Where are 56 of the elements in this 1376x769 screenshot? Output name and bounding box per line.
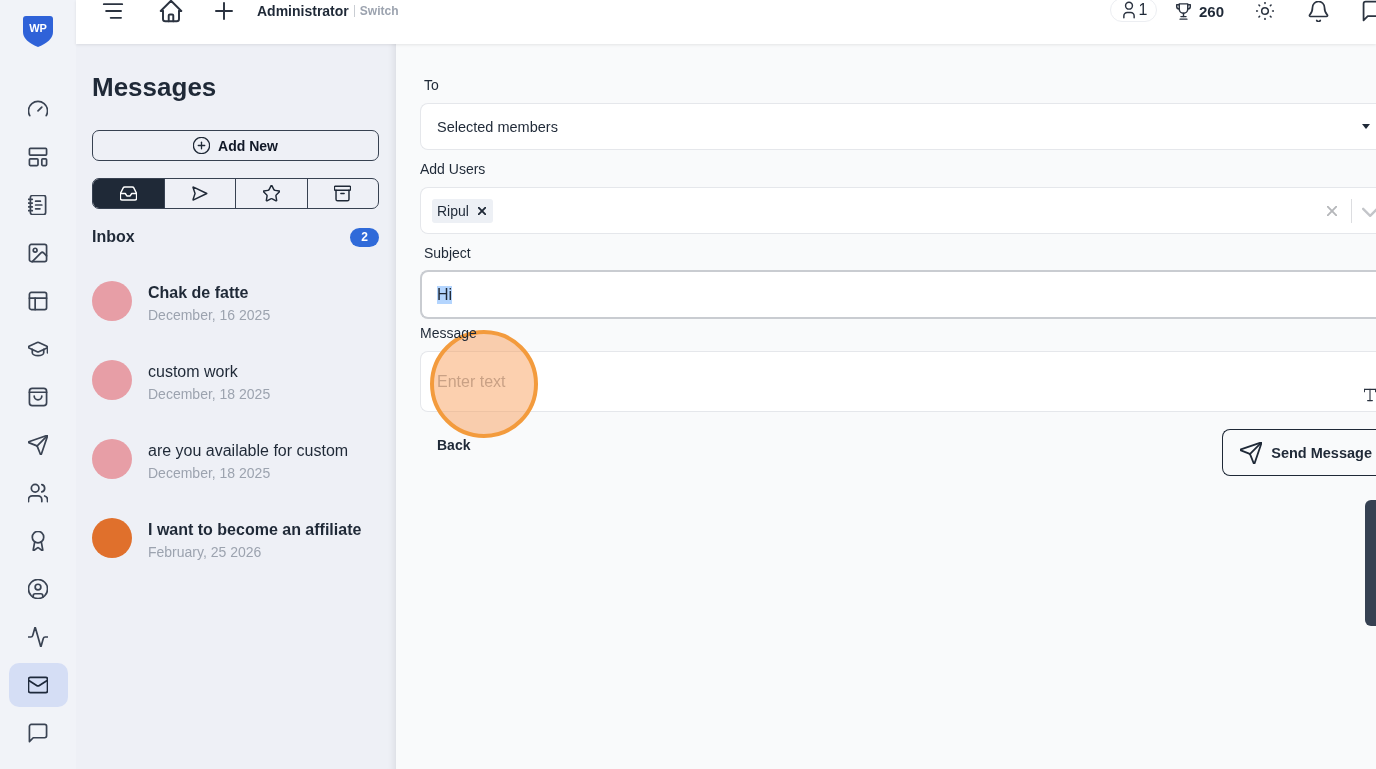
chat-bubble-icon bbox=[28, 723, 48, 743]
layout-icon bbox=[28, 147, 48, 167]
add-new-button[interactable]: Add New bbox=[92, 130, 379, 161]
star-icon bbox=[262, 185, 280, 202]
conversation-subject[interactable]: are you available for custom bbox=[148, 440, 349, 462]
sun-icon[interactable] bbox=[1256, 2, 1274, 20]
nav-item[interactable] bbox=[8, 663, 68, 707]
mail-icon bbox=[28, 675, 48, 695]
conversation-date: December, 18 2025 bbox=[148, 385, 271, 403]
panel-layout-icon bbox=[28, 291, 48, 311]
gauge-icon bbox=[28, 99, 48, 119]
panel-title: Messages bbox=[92, 71, 218, 103]
conversation-subject[interactable]: custom work bbox=[148, 361, 238, 383]
text-format-icon[interactable] bbox=[1364, 388, 1376, 402]
remove-icon[interactable] bbox=[477, 206, 486, 215]
conversation-date: February, 25 2026 bbox=[148, 543, 262, 561]
user-chip[interactable]: Ripul bbox=[432, 198, 493, 223]
activity-icon bbox=[28, 627, 48, 647]
back-button[interactable]: Back bbox=[437, 437, 471, 453]
users-multiselect[interactable]: Ripul bbox=[420, 187, 1376, 234]
unread-count-badge: 2 bbox=[350, 227, 379, 247]
user-role: Administrator bbox=[257, 3, 349, 19]
bell-icon[interactable] bbox=[1308, 0, 1329, 22]
users-icon bbox=[28, 483, 48, 503]
shopping-bag-icon bbox=[28, 387, 48, 407]
field-label: Add Users bbox=[420, 160, 486, 179]
conversation-subject[interactable]: Chak de fatte bbox=[148, 282, 249, 304]
caret-down-icon bbox=[1362, 124, 1370, 129]
send-icon bbox=[1240, 441, 1263, 464]
conversation-subject[interactable]: I want to become an affiliate bbox=[148, 519, 362, 541]
image-icon bbox=[28, 243, 48, 263]
send-icon bbox=[191, 185, 209, 202]
field-label: Subject bbox=[424, 244, 471, 263]
trophy-icon bbox=[1174, 2, 1192, 20]
graduation-cap-icon bbox=[28, 339, 48, 359]
send-message-button[interactable]: Send Message bbox=[1222, 429, 1376, 476]
conversation-date: December, 16 2025 bbox=[148, 306, 271, 324]
logo[interactable]: WP bbox=[23, 16, 53, 47]
subject-value: Hi bbox=[437, 285, 453, 304]
folder-tab[interactable] bbox=[93, 179, 164, 208]
archive-icon bbox=[334, 185, 352, 202]
recipient-select[interactable]: Selected members bbox=[420, 103, 1376, 150]
home-icon[interactable] bbox=[159, 0, 183, 23]
award-icon bbox=[28, 531, 48, 551]
subject-field[interactable]: Hi bbox=[420, 270, 1376, 319]
notebook-icon bbox=[28, 195, 48, 215]
folder-title: Inbox bbox=[92, 228, 135, 246]
chat-icon[interactable] bbox=[1362, 0, 1376, 22]
paper-plane-icon bbox=[28, 435, 48, 455]
field-label: To bbox=[424, 76, 439, 95]
plus-icon[interactable] bbox=[212, 0, 236, 23]
conversation-date: December, 18 2025 bbox=[148, 464, 271, 482]
inbox-icon bbox=[119, 185, 137, 202]
field-label: Message bbox=[420, 324, 477, 343]
points-button[interactable]: 260 bbox=[1174, 2, 1224, 20]
online-users-button[interactable]: 1 bbox=[1109, 0, 1157, 22]
